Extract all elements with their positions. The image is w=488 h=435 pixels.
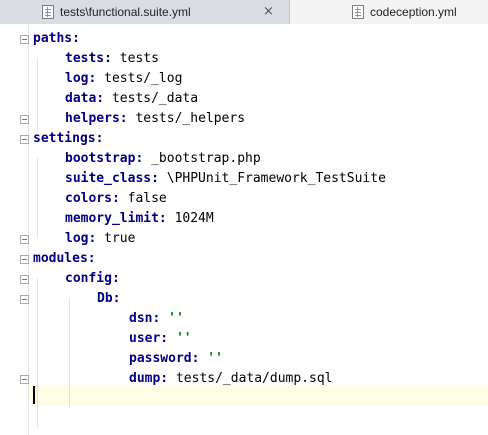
yaml-file-icon (42, 5, 54, 19)
code-line[interactable]: colors: false (33, 189, 167, 209)
yaml-value: tests (111, 51, 159, 66)
fold-toggle-icon[interactable] (20, 375, 29, 384)
yaml-key: password: (129, 351, 200, 366)
yaml-key: modules: (33, 251, 96, 266)
yaml-key: dsn: (129, 311, 161, 326)
yaml-key: paths: (33, 31, 80, 46)
yaml-value: tests/_log (96, 71, 183, 86)
yaml-file-icon (352, 5, 364, 19)
yaml-key: tests: (65, 51, 112, 66)
yaml-value: tests/_helpers (127, 111, 246, 126)
code-line[interactable]: memory_limit: 1024M (33, 209, 214, 229)
fold-toggle-icon[interactable] (20, 115, 29, 124)
code-line[interactable]: dsn: '' (33, 309, 184, 329)
fold-toggle-icon[interactable] (20, 295, 29, 304)
yaml-value: _bootstrap.php (143, 151, 261, 166)
code-line[interactable]: bootstrap: _bootstrap.php (33, 149, 261, 169)
code-line[interactable]: user: '' (33, 329, 192, 349)
fold-toggle-icon[interactable] (20, 275, 29, 284)
yaml-key: Db: (97, 291, 121, 306)
yaml-value: 1024M (166, 211, 214, 226)
fold-toggle-icon[interactable] (20, 135, 29, 144)
yaml-key: dump: (129, 371, 169, 386)
yaml-key: bootstrap: (65, 151, 144, 166)
yaml-key: config: (65, 271, 120, 286)
yaml-value: tests/_data/dump.sql (168, 371, 333, 386)
yaml-string-value: '' (168, 331, 192, 346)
yaml-key: user: (129, 331, 169, 346)
tab-label: codeception.yml (370, 5, 457, 19)
code-line[interactable]: helpers: tests/_helpers (33, 109, 245, 129)
code-line[interactable]: dump: tests/_data/dump.sql (33, 369, 333, 389)
yaml-value: false (119, 191, 167, 206)
yaml-key: log: (65, 71, 97, 86)
yaml-key: memory_limit: (65, 211, 167, 226)
editor-tab-bar: tests\functional.suite.yml × codeception… (0, 0, 488, 24)
tab-codeception[interactable]: codeception.yml (290, 0, 488, 24)
code-line[interactable]: suite_class: \PHPUnit_Framework_TestSuit… (33, 169, 386, 189)
code-line[interactable]: modules: (33, 249, 96, 269)
code-line[interactable]: log: tests/_log (33, 69, 182, 89)
code-line[interactable]: log: true (33, 229, 135, 249)
tab-functional-suite[interactable]: tests\functional.suite.yml × (0, 0, 290, 24)
code-line[interactable]: config: (33, 269, 120, 289)
code-line[interactable]: data: tests/_data (33, 89, 198, 109)
yaml-key: helpers: (65, 111, 128, 126)
yaml-key: suite_class: (65, 171, 159, 186)
fold-toggle-icon[interactable] (20, 235, 29, 244)
code-line[interactable]: tests: tests (33, 49, 159, 69)
yaml-value: true (96, 231, 136, 246)
tab-label: tests\functional.suite.yml (60, 5, 191, 19)
yaml-string-value: '' (199, 351, 223, 366)
yaml-value: \PHPUnit_Framework_TestSuite (158, 171, 386, 186)
yaml-key: log: (65, 231, 97, 246)
yaml-value: tests/_data (104, 91, 199, 106)
gutter-divider (28, 24, 29, 435)
yaml-key: data: (65, 91, 105, 106)
yaml-key: settings: (33, 131, 104, 146)
code-line[interactable]: Db: (33, 289, 120, 309)
close-tab-icon[interactable]: × (263, 4, 274, 19)
code-line[interactable]: paths: (33, 29, 80, 49)
fold-toggle-icon[interactable] (20, 35, 29, 44)
code-line[interactable]: settings: (33, 129, 103, 149)
yaml-key: colors: (65, 191, 120, 206)
text-caret (33, 386, 35, 404)
yaml-string-value: '' (160, 311, 184, 326)
code-line[interactable]: password: '' (33, 349, 223, 369)
fold-toggle-icon[interactable] (20, 255, 29, 264)
